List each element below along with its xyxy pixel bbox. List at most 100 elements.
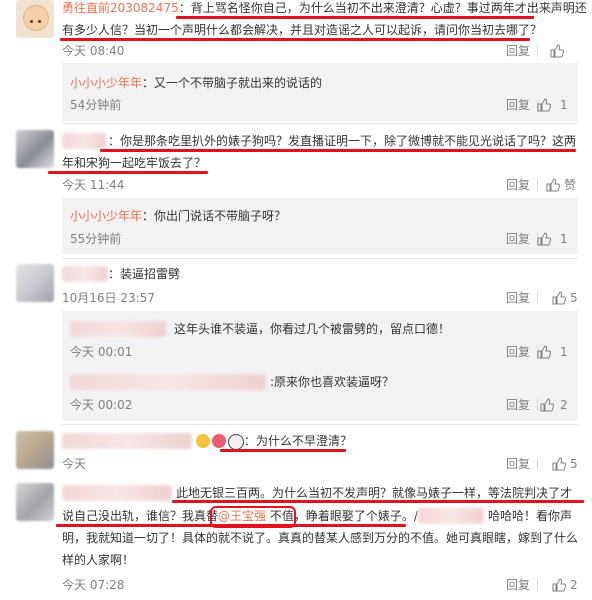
reply-button[interactable]: 回复 bbox=[506, 290, 530, 306]
like-count: 5 bbox=[570, 457, 578, 471]
reply-button[interactable]: 回复 bbox=[506, 97, 530, 113]
comment-colon: ： bbox=[108, 267, 121, 281]
thumbs-up-icon[interactable] bbox=[546, 178, 560, 192]
reply-timestamp: 54分钟前 bbox=[70, 98, 122, 112]
reply-button[interactable]: 回复 bbox=[506, 344, 530, 360]
redacted-username[interactable] bbox=[70, 321, 166, 337]
reply-text: 又一个不带脑子就出来的说话的 bbox=[154, 76, 323, 90]
reply-colon: ： bbox=[142, 209, 155, 223]
smile-emoji-icon bbox=[196, 434, 210, 448]
avatar[interactable] bbox=[16, 130, 54, 168]
comment-line: 有多少人信？当初一个声明什么都会解决，并且对造谣之人可以起诉，请问你当初去哪了？ bbox=[62, 21, 542, 39]
avatar[interactable] bbox=[16, 264, 54, 302]
reply-box bbox=[62, 63, 578, 121]
divider bbox=[537, 45, 538, 57]
annotation-underline bbox=[176, 16, 534, 19]
reply-button[interactable]: 回复 bbox=[506, 456, 530, 472]
reply-line: :原来你也喜欢装逼呀？ bbox=[270, 373, 394, 391]
thumbs-up-icon[interactable] bbox=[537, 232, 551, 246]
comment-colon: ： bbox=[108, 134, 121, 148]
avatar[interactable] bbox=[16, 483, 54, 521]
annotation-underline bbox=[172, 500, 584, 503]
like-label[interactable]: 赞 bbox=[564, 177, 576, 193]
comment-colon: ： bbox=[178, 1, 191, 15]
comment-line: 样的人家啊！ bbox=[62, 551, 134, 569]
like-count: 1 bbox=[560, 232, 568, 246]
reply-text: 你出门说话不带脑子呀？ bbox=[154, 209, 287, 223]
comment-timestamp: 今天 08:40 bbox=[62, 44, 125, 58]
reply-button[interactable]: 回复 bbox=[506, 397, 530, 413]
comment-divider bbox=[62, 424, 578, 425]
comment-text: 此地无银三百两。为什么当初不发声明？就像马婊子一样，等法院判决了才 bbox=[176, 486, 573, 500]
redacted-username[interactable] bbox=[62, 485, 172, 501]
avatar-face bbox=[23, 5, 49, 31]
avatar-eye bbox=[38, 20, 41, 23]
redacted-text bbox=[418, 508, 484, 524]
thumbs-up-icon[interactable] bbox=[552, 578, 566, 592]
comment-timestamp: 今天 11:44 bbox=[62, 178, 125, 192]
comment-text: 有多少人信？当初一个声明什么都会解决，并且对造谣之人可以起诉，请问你当初去哪了？ bbox=[62, 23, 543, 37]
thumbs-up-icon[interactable] bbox=[540, 398, 554, 412]
annotation-circle bbox=[210, 506, 296, 528]
thumbs-up-icon[interactable] bbox=[552, 291, 566, 305]
divider bbox=[537, 458, 538, 470]
divider bbox=[537, 579, 538, 591]
redacted-username[interactable] bbox=[62, 433, 192, 449]
reply-button[interactable]: 回复 bbox=[506, 577, 530, 593]
like-count: 5 bbox=[570, 291, 578, 305]
annotation-underline bbox=[220, 449, 346, 452]
reply-button[interactable]: 回复 bbox=[506, 177, 530, 193]
comment-line: 哈哈哈！看你声 bbox=[488, 507, 572, 525]
comment-line: 勇往直前203082475：背上骂名怪你自己，为什么当初不出来澄清？心虚？事过两… bbox=[62, 0, 587, 17]
comment-divider bbox=[62, 258, 578, 259]
reply-timestamp: 今天 00:02 bbox=[70, 398, 133, 412]
thumbs-up-icon[interactable] bbox=[552, 457, 566, 471]
like-count: 1 bbox=[560, 345, 568, 359]
reply-text: :原来你也喜欢装逼呀？ bbox=[270, 375, 395, 389]
reply-text: 这年头谁不装逼，你看过几个被雷劈的，留点口德！ bbox=[174, 322, 451, 336]
redacted-username[interactable] bbox=[62, 133, 106, 149]
annotation-underline bbox=[48, 171, 208, 174]
reply-button[interactable]: 回复 bbox=[506, 43, 530, 59]
comment-line: ：装逼招雷劈 bbox=[108, 265, 180, 283]
avatar-eye bbox=[30, 20, 33, 23]
comment-text: 明，我就知道一切了！具体的就不说了。真真的替某人感到万分的不值。她可真眼瞎，嫁到… bbox=[62, 531, 579, 545]
like-count: 1 bbox=[560, 98, 568, 112]
comment-username[interactable]: 勇往直前203082475 bbox=[62, 1, 179, 15]
comment-text: 说自己没出轨，谁信？我真替 bbox=[62, 509, 219, 523]
redacted-username[interactable] bbox=[62, 266, 108, 282]
like-count: 2 bbox=[560, 398, 568, 412]
avatar[interactable] bbox=[16, 431, 54, 469]
comment-text: 为什么不早澄清？ bbox=[256, 434, 353, 448]
comment-timestamp: 今天 bbox=[62, 457, 87, 471]
divider bbox=[537, 292, 538, 304]
thumbs-up-icon[interactable] bbox=[537, 98, 551, 112]
redacted-username[interactable] bbox=[70, 374, 266, 390]
comment-timestamp: 10月16日 23:57 bbox=[62, 291, 155, 305]
reply-colon: ： bbox=[142, 76, 155, 90]
heart-emoji-icon bbox=[212, 434, 226, 448]
comment-line: ：为什么不早澄清？ bbox=[244, 432, 352, 450]
comment-text: 背上骂名怪你自己，为什么当初不出来澄清？心虚？事过两年才出来声明还 bbox=[190, 1, 587, 15]
comment-line: 明，我就知道一切了！具体的就不说了。真真的替某人感到万分的不值。她可真眼瞎，嫁到… bbox=[62, 529, 578, 547]
annotation-underline bbox=[100, 149, 576, 152]
reply-username[interactable]: 小小小少年年 bbox=[70, 209, 142, 223]
thumbs-up-icon[interactable] bbox=[550, 44, 564, 58]
avatar[interactable] bbox=[16, 0, 54, 38]
divider bbox=[537, 179, 538, 191]
thumbs-up-icon[interactable] bbox=[537, 345, 551, 359]
comment-text: 样的人家啊！ bbox=[62, 553, 135, 567]
comment-text: 你是那条吃里扒外的婊子狗吗？发直播证明一下，除了微博就不能见光说话了吗？这两 bbox=[120, 134, 577, 148]
reply-line: 这年头谁不装逼，你看过几个被雷劈的，留点口德！ bbox=[174, 320, 450, 338]
comment-line: ：你是那条吃里扒外的婊子狗吗？发直播证明一下，除了微博就不能见光说话了吗？这两 bbox=[108, 132, 576, 150]
comment-colon: ： bbox=[244, 434, 257, 448]
reply-button[interactable]: 回复 bbox=[506, 231, 530, 247]
comment-timestamp: 今天 07:28 bbox=[62, 578, 125, 592]
annotation-underline bbox=[60, 38, 530, 41]
panda-emoji-icon bbox=[228, 434, 244, 450]
like-count: 2 bbox=[570, 578, 578, 592]
reply-line: 小小小少年年：你出门说话不带脑子呀？ bbox=[70, 207, 286, 225]
reply-timestamp: 今天 00:01 bbox=[70, 345, 133, 359]
reply-username[interactable]: 小小小少年年 bbox=[70, 76, 142, 90]
comment-line: 年和宋狗一起吃牢饭去了？ bbox=[62, 154, 206, 172]
